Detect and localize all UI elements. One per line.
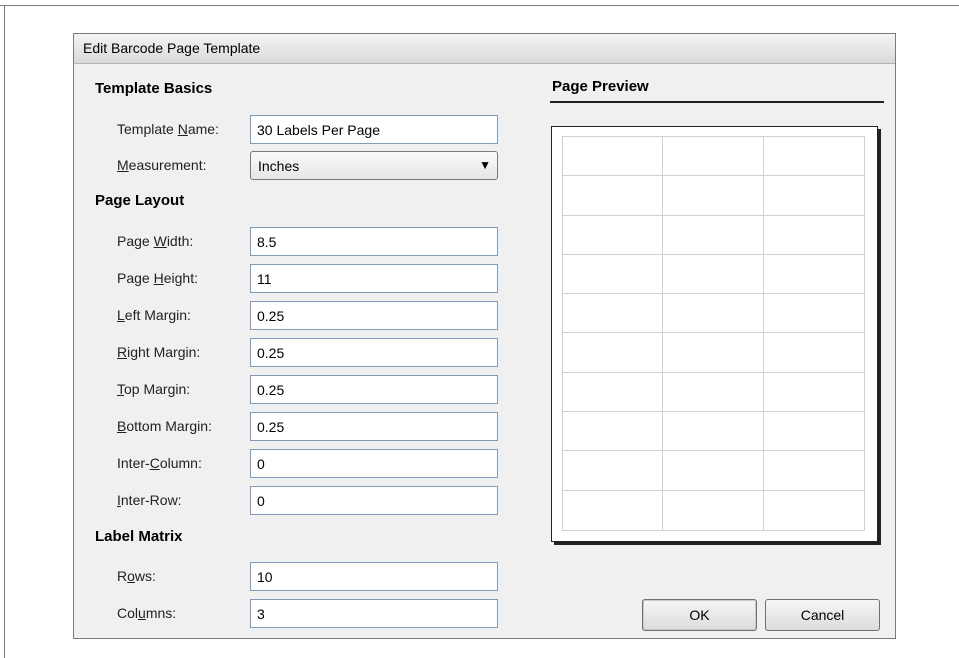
label-cell [663,372,764,413]
label-cell [763,373,864,413]
page-width-label: Page Width: [117,233,194,249]
label-cell [663,137,764,177]
right-margin-input[interactable] [250,338,498,367]
rows-label: Rows: [117,568,156,584]
label-cell [663,490,764,530]
label-grid [562,136,865,531]
bottom-margin-input[interactable] [250,412,498,441]
edit-template-dialog: Edit Barcode Page Template Template Basi… [73,33,896,639]
top-margin-input[interactable] [250,375,498,404]
dialog-titlebar[interactable]: Edit Barcode Page Template [74,34,895,64]
label-cell [563,333,664,373]
outer-frame-top [0,5,959,6]
label-cell [763,451,864,491]
label-cell [763,294,864,334]
page-preview-canvas [551,126,878,542]
label-cell [563,176,664,216]
label-cell [763,137,864,177]
label-cell [663,333,764,373]
columns-label: Columns: [117,605,177,621]
dialog-title: Edit Barcode Page Template [83,40,261,56]
label-cell [563,490,664,530]
label-cell [763,333,864,373]
label-cell [563,137,664,177]
page-height-input[interactable] [250,264,498,293]
top-margin-label: Top Margin: [117,381,191,397]
template-name-input[interactable] [250,115,498,144]
label-cell [663,412,764,452]
label-cell [763,176,864,216]
section-label-matrix: Label Matrix [95,528,183,545]
right-margin-label: Right Margin: [117,344,201,360]
label-cell [763,255,864,295]
label-cell [563,215,664,255]
label-cell [663,254,764,295]
page-preview-heading: Page Preview [552,78,649,95]
columns-input[interactable] [250,599,498,628]
label-cell [663,215,764,255]
label-cell [663,451,764,491]
inter-column-input[interactable] [250,449,498,478]
inter-row-input[interactable] [250,486,498,515]
preview-divider [550,101,884,103]
page-width-input[interactable] [250,227,498,256]
label-cell [763,216,864,255]
measurement-dropdown[interactable]: Inches ▼ [250,151,498,180]
label-cell [663,294,764,334]
section-template-basics: Template Basics [95,80,213,97]
label-cell [764,491,864,530]
label-cell [563,372,664,413]
label-cell [563,294,664,334]
ok-button[interactable]: OK [642,599,757,631]
inter-row-label: Inter-Row: [117,492,182,508]
inter-column-label: Inter-Column: [117,455,202,471]
label-cell [563,451,664,491]
label-cell [763,412,864,452]
cancel-button[interactable]: Cancel [765,599,880,631]
outer-frame-left [4,5,5,658]
bottom-margin-label: Bottom Margin: [117,418,212,434]
label-cell [563,254,664,295]
label-cell [563,412,664,452]
left-margin-label: Left Margin: [117,307,191,323]
chevron-down-icon: ▼ [479,158,491,172]
measurement-selected-value: Inches [258,158,300,174]
template-name-label: Template Name: [117,121,219,137]
section-page-layout: Page Layout [95,192,185,209]
left-margin-input[interactable] [250,301,498,330]
rows-input[interactable] [250,562,498,591]
measurement-label: Measurement: [117,157,207,173]
page-height-label: Page Height: [117,270,198,286]
label-cell [663,176,764,216]
